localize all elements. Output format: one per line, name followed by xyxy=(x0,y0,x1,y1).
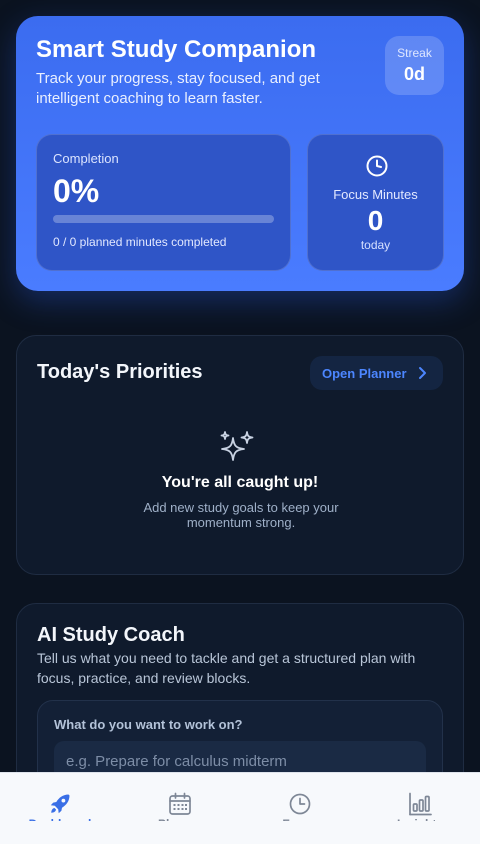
ai-coach-card: AI Study Coach Tell us what you need to … xyxy=(16,603,464,772)
calendar-icon xyxy=(169,792,191,815)
completion-progress-bar xyxy=(53,215,274,223)
goal-input[interactable] xyxy=(54,741,426,772)
app-subtitle: Track your progress, stay focused, and g… xyxy=(36,70,320,107)
streak-value: 0d xyxy=(403,64,425,84)
nav-tab-insights[interactable]: Insights xyxy=(360,773,480,844)
nav-tab-focus[interactable]: Focus xyxy=(240,773,360,844)
focus-minutes-footnote: today xyxy=(360,238,391,252)
ai-coach-form: What do you want to work on? xyxy=(37,700,443,772)
ai-coach-subtitle: Tell us what you need to tackle and get … xyxy=(37,650,416,686)
goal-question-label: What do you want to work on? xyxy=(54,717,243,732)
nav-label-dashboard: Dashboard xyxy=(0,817,120,821)
ai-coach-title: AI Study Coach xyxy=(37,624,185,646)
nav-tab-planner[interactable]: Planner xyxy=(120,773,240,844)
nav-tab-dashboard[interactable]: Dashboard xyxy=(0,773,120,844)
clock-icon xyxy=(289,793,311,815)
empty-state-subtitle: Add new study goals to keep your momentu… xyxy=(143,500,339,530)
completion-label: Completion xyxy=(53,151,119,166)
bottom-nav: Dashboard Planner Focus xyxy=(0,772,480,844)
nav-label-insights: Insights xyxy=(360,817,480,821)
streak-label: Streak xyxy=(397,46,432,60)
rocket-icon xyxy=(50,794,70,814)
main-scroll-area[interactable]: Smart Study Companion Track your progres… xyxy=(0,0,480,772)
priorities-title: Today's Priorities xyxy=(37,361,203,383)
open-planner-label: Open Planner xyxy=(322,365,407,381)
nav-label-focus: Focus xyxy=(240,817,360,821)
completion-card: Completion 0% 0 / 0 planned minutes comp… xyxy=(36,134,291,271)
hero-card: Smart Study Companion Track your progres… xyxy=(16,16,464,291)
sparkles-icon xyxy=(220,431,254,461)
focus-minutes-card: Focus Minutes 0 today xyxy=(307,134,444,271)
chevron-right-icon xyxy=(419,367,426,379)
focus-minutes-value: 0 xyxy=(367,205,384,236)
app-title: Smart Study Companion xyxy=(36,36,317,63)
completion-value: 0% xyxy=(53,173,100,209)
priorities-card: Today's Priorities Open Planner You're a… xyxy=(16,335,464,575)
completion-footnote: 0 / 0 planned minutes completed xyxy=(53,235,227,249)
streak-badge: Streak 0d xyxy=(385,36,444,95)
bar-chart-icon xyxy=(409,792,432,816)
open-planner-button[interactable]: Open Planner xyxy=(310,356,443,390)
empty-state-title: You're all caught up! xyxy=(161,474,319,491)
focus-minutes-label: Focus Minutes xyxy=(333,187,418,202)
clock-icon xyxy=(366,155,388,177)
nav-label-planner: Planner xyxy=(120,817,240,821)
